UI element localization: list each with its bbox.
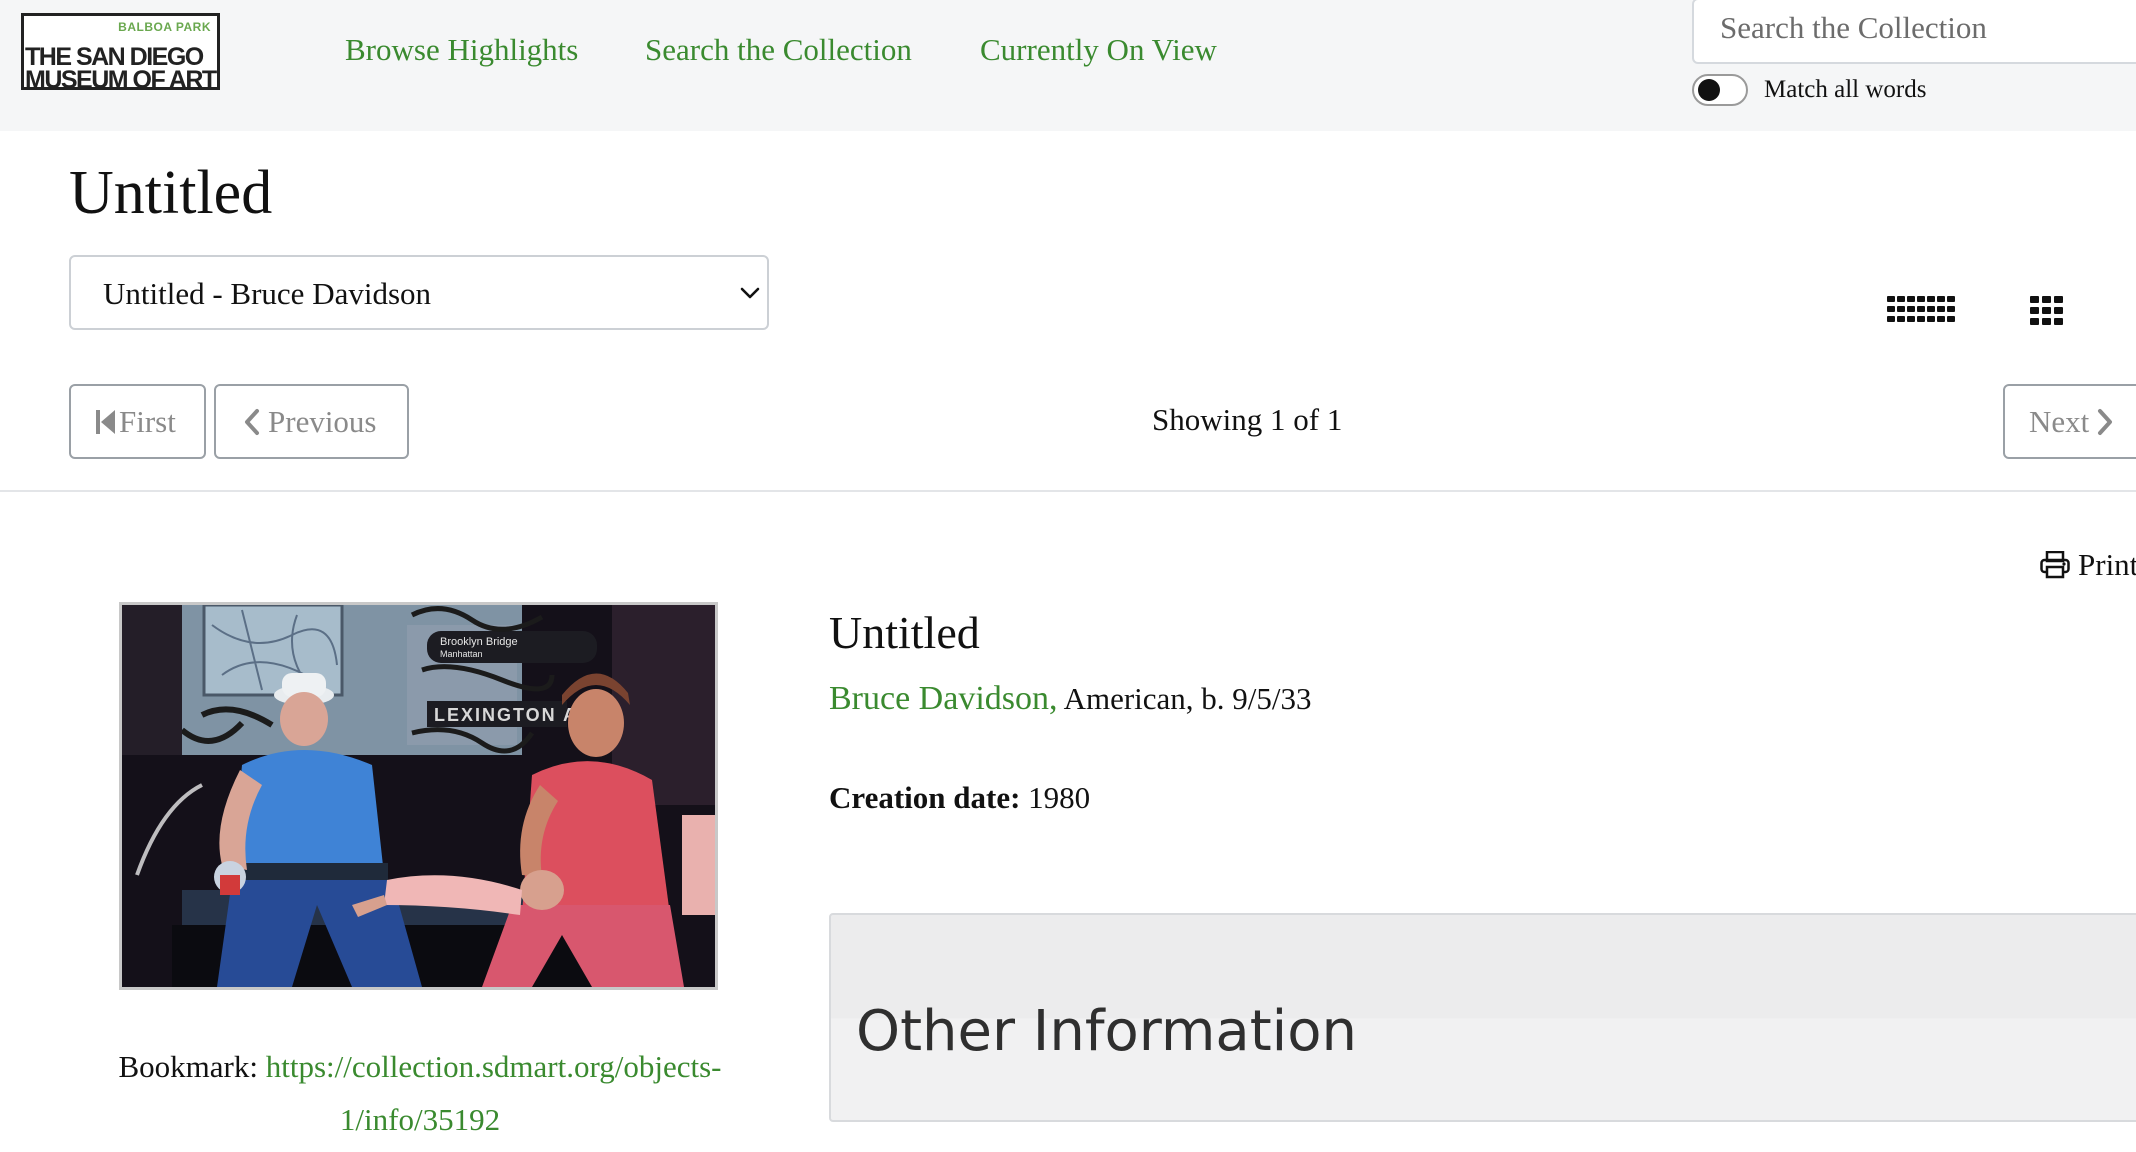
bookmark-link[interactable]: https://collection.sdmart.org/objects-1/… bbox=[266, 1049, 722, 1137]
first-button[interactable]: First bbox=[69, 384, 206, 459]
bookmark: Bookmark: https://collection.sdmart.org/… bbox=[60, 1040, 780, 1146]
logo-line-2: MUSEUM OF ART bbox=[25, 66, 217, 94]
object-select-value: Untitled - Bruce Davidson bbox=[103, 276, 432, 311]
match-all-words-toggle[interactable] bbox=[1692, 74, 1748, 106]
nav-search-collection[interactable]: Search the Collection bbox=[645, 32, 912, 68]
section-divider bbox=[0, 490, 2136, 492]
artist-link[interactable]: Bruce Davidson, bbox=[829, 680, 1058, 717]
grid-large-icon[interactable] bbox=[2030, 296, 2063, 325]
toggle-knob bbox=[1698, 79, 1720, 101]
print-label: Print bbox=[2078, 547, 2136, 582]
previous-button[interactable]: Previous bbox=[214, 384, 409, 459]
creation-date-label: Creation date: bbox=[829, 780, 1021, 815]
bookmark-label: Bookmark: bbox=[118, 1049, 259, 1084]
chevron-down-icon bbox=[740, 287, 760, 299]
logo-tag: BALBOA PARK bbox=[118, 20, 211, 34]
subway-sign-1-line-1: Brooklyn Bridge bbox=[440, 636, 518, 648]
print-button[interactable]: Print bbox=[2040, 547, 2136, 583]
nav-browse-highlights[interactable]: Browse Highlights bbox=[345, 32, 578, 68]
grid-small-icon[interactable] bbox=[1887, 296, 1955, 324]
creation-date-value: 1980 bbox=[1028, 780, 1091, 815]
object-title: Untitled bbox=[829, 607, 980, 658]
object-select[interactable]: Untitled - Bruce Davidson bbox=[69, 255, 769, 330]
creation-date: Creation date: 1980 bbox=[829, 780, 1090, 816]
subway-sign-2: LEXINGTON AV bbox=[434, 705, 591, 725]
step-backward-icon bbox=[96, 409, 115, 434]
site-header: BALBOA PARK THE SAN DIEGO MUSEUM OF ART … bbox=[0, 0, 2136, 131]
printer-icon bbox=[2040, 551, 2070, 579]
nav-currently-on-view[interactable]: Currently On View bbox=[980, 32, 1217, 68]
next-button-label: Next bbox=[2029, 403, 2090, 439]
page-title: Untitled bbox=[69, 159, 273, 227]
search-input[interactable] bbox=[1718, 9, 2136, 47]
next-button[interactable]: Next bbox=[2003, 384, 2136, 459]
subway-sign-1-line-2: Manhattan bbox=[440, 649, 483, 659]
other-information-panel[interactable]: Other Information bbox=[829, 913, 2136, 1122]
other-information-title: Other Information bbox=[856, 999, 1357, 1064]
first-button-label: First bbox=[119, 403, 176, 439]
pagination-status: Showing 1 of 1 bbox=[1152, 402, 1343, 437]
previous-button-label: Previous bbox=[268, 403, 377, 439]
chevron-right-icon bbox=[2098, 408, 2113, 435]
artwork-image[interactable]: Brooklyn Bridge Manhattan LEXINGTON AV bbox=[119, 602, 718, 990]
search-box[interactable] bbox=[1692, 0, 2136, 64]
museum-logo[interactable]: BALBOA PARK THE SAN DIEGO MUSEUM OF ART bbox=[21, 13, 220, 94]
artwork-photo: Brooklyn Bridge Manhattan LEXINGTON AV bbox=[122, 605, 715, 987]
artist-line: Bruce Davidson, American, b. 9/5/33 bbox=[829, 680, 1312, 718]
artist-detail: American, b. 9/5/33 bbox=[1063, 681, 1312, 716]
match-all-words-label: Match all words bbox=[1764, 76, 1927, 103]
chevron-left-icon bbox=[245, 408, 259, 435]
